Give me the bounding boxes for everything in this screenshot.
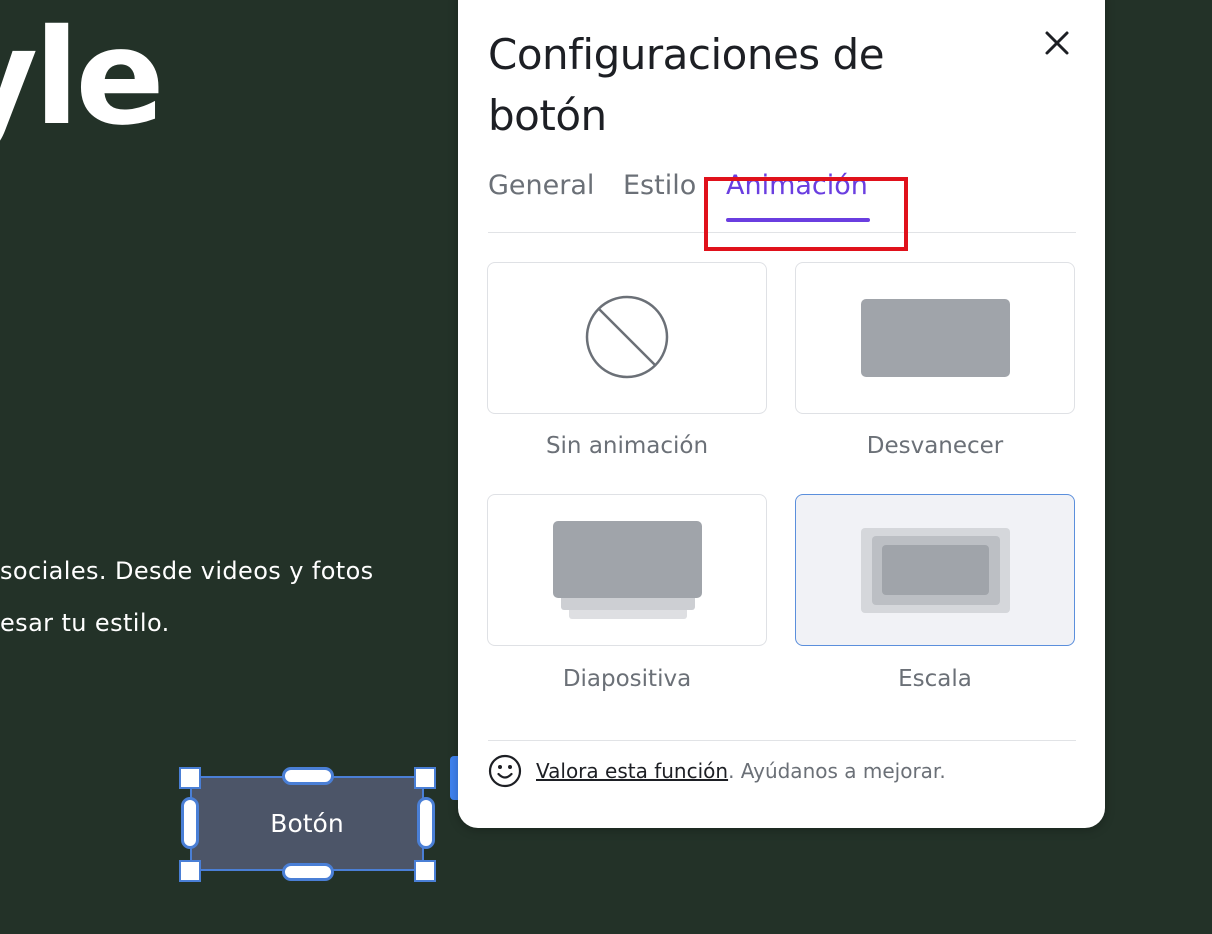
slide-preview-icon xyxy=(553,521,702,619)
resize-handle-bottom-left[interactable] xyxy=(179,860,201,882)
tab-general[interactable]: General xyxy=(488,170,594,201)
resize-handle-left[interactable] xyxy=(181,797,199,849)
paragraph-line: sociales. Desde videos y fotos xyxy=(0,557,374,585)
resize-handle-top[interactable] xyxy=(282,767,334,785)
no-animation-icon xyxy=(585,295,669,379)
fade-preview-icon xyxy=(861,299,1010,377)
animation-option-label: Diapositiva xyxy=(562,666,692,692)
resize-handle-top-right[interactable] xyxy=(414,767,436,789)
resize-handle-top-left[interactable] xyxy=(179,767,201,789)
selected-button-element[interactable]: Botón xyxy=(190,776,424,871)
animation-option-label: Escala xyxy=(898,666,972,692)
page-paragraph: sociales. Desde videos y fotos esar tu e… xyxy=(0,545,374,649)
animation-option-label: Desvanecer xyxy=(866,433,1004,459)
resize-handle-bottom[interactable] xyxy=(282,863,334,881)
page-heading: yle xyxy=(0,1,165,155)
highlight-annotation xyxy=(704,177,908,251)
editor-canvas: yle sociales. Desde videos y fotos esar … xyxy=(0,0,1212,934)
feedback-footer: Valora esta función . Ayúdanos a mejorar… xyxy=(488,754,946,788)
close-icon xyxy=(1045,31,1069,55)
animation-option-fade[interactable] xyxy=(795,262,1075,414)
button-element-label: Botón xyxy=(270,809,344,838)
rate-feature-link[interactable]: Valora esta función xyxy=(536,759,728,783)
smiley-icon xyxy=(488,754,522,788)
animation-option-none[interactable] xyxy=(487,262,767,414)
resize-handle-right[interactable] xyxy=(417,797,435,849)
resize-handle-bottom-right[interactable] xyxy=(414,860,436,882)
close-button[interactable] xyxy=(1042,28,1072,58)
scale-preview-icon xyxy=(861,528,1010,613)
tab-style[interactable]: Estilo xyxy=(623,170,696,201)
animation-option-slide[interactable] xyxy=(487,494,767,646)
footer-divider xyxy=(488,740,1076,741)
animation-option-scale[interactable] xyxy=(795,494,1075,646)
feedback-text: . Ayúdanos a mejorar. xyxy=(728,759,946,783)
paragraph-line: esar tu estilo. xyxy=(0,609,170,637)
animation-option-label: Sin animación xyxy=(545,433,709,459)
button-settings-dialog: Configuraciones de botón General Estilo … xyxy=(458,0,1105,828)
dialog-title: Configuraciones de botón xyxy=(488,30,885,140)
